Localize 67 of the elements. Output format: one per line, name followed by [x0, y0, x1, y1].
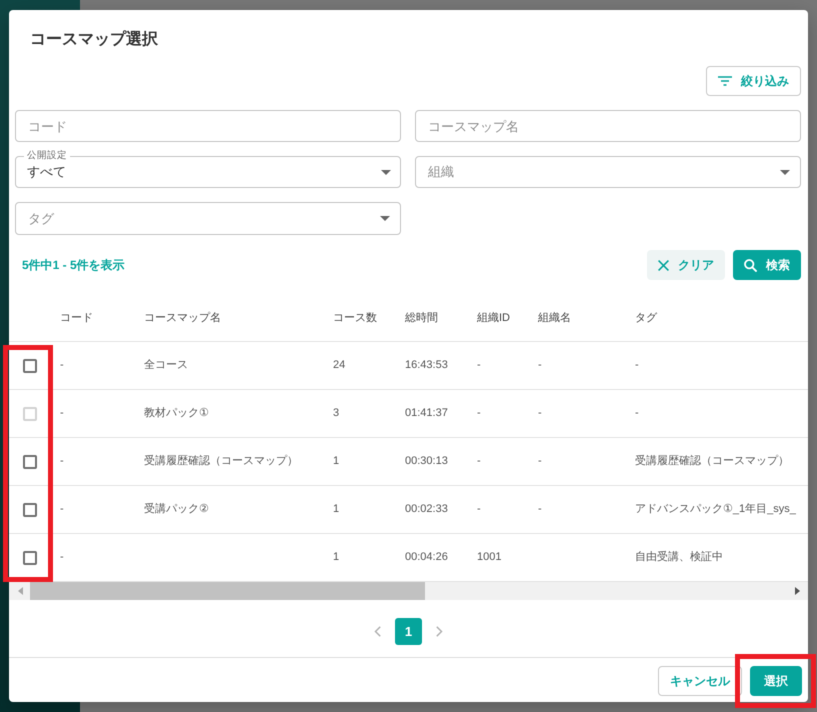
table-cell: 16:43:53: [405, 358, 448, 373]
table-cell: -: [538, 502, 542, 517]
table-cell: 24: [333, 358, 346, 373]
table-cell: -: [538, 454, 542, 469]
field-label: 公開設定: [24, 150, 70, 162]
table-cell: 1001: [477, 550, 502, 565]
column-header: 組織名: [538, 311, 571, 326]
table-cell: -: [60, 358, 64, 373]
table-cell: 1: [333, 550, 340, 565]
dropdown-field[interactable]: 組織: [415, 156, 801, 188]
dropdown-field[interactable]: タグ: [15, 202, 401, 235]
table-cell: 受講履歴確認（コースマップ）: [144, 454, 298, 469]
triangle-right-icon[interactable]: [795, 587, 800, 595]
dropdown-field[interactable]: 公開設定 すべて: [15, 150, 401, 188]
caret-icon[interactable]: [380, 216, 390, 221]
search-button[interactable]: 検索: [733, 250, 801, 280]
result-count: 5件中1 - 5件を表示: [22, 256, 125, 274]
filter-icon: [718, 76, 732, 86]
page-button[interactable]: 1: [395, 618, 422, 645]
caret-icon[interactable]: [780, 170, 790, 174]
filter-button[interactable]: 絞り込み: [706, 66, 801, 96]
table-cell: アドバンスパック①_1年目_sys_: [635, 502, 796, 517]
checkbox[interactable]: [22, 358, 36, 372]
table-cell: 全コース: [144, 358, 188, 373]
input-field[interactable]: コースマップ名: [415, 110, 801, 142]
table-cell: -: [538, 358, 542, 373]
dialog-title: コースマップ選択: [30, 30, 158, 50]
table-cell: 受講パック②: [144, 502, 209, 517]
table-cell: -: [538, 406, 542, 421]
table-cell: -: [477, 454, 481, 469]
column-header: タグ: [635, 311, 657, 326]
table-cell: 受講履歴確認（コースマップ）: [635, 454, 789, 469]
horizontal-scrollbar[interactable]: [9, 582, 808, 600]
table-cell: -: [60, 406, 64, 421]
table-cell: -: [635, 406, 639, 421]
column-header: 組織ID: [477, 311, 510, 326]
cancel-button[interactable]: キャンセル: [658, 666, 742, 696]
table-cell: -: [60, 502, 64, 517]
table-cell: 1: [333, 454, 340, 469]
column-header: コースマップ名: [144, 311, 221, 326]
table-cell: 00:02:33: [405, 502, 448, 517]
table-cell: -: [60, 454, 64, 469]
input-field[interactable]: コード: [15, 110, 401, 142]
table-cell: -: [635, 358, 639, 373]
checkbox[interactable]: [22, 454, 36, 468]
select-button[interactable]: 選択: [750, 666, 802, 696]
checkbox[interactable]: [22, 502, 36, 516]
column-header: コード: [60, 311, 93, 326]
table-cell: -: [477, 358, 481, 373]
close-icon: [658, 260, 669, 270]
search-icon: [744, 258, 757, 272]
scrollbar-thumb[interactable]: [30, 582, 425, 600]
clear-button[interactable]: クリア: [647, 250, 725, 280]
table-cell: 自由受講、検証中: [635, 550, 723, 565]
table-cell: 3: [333, 406, 340, 421]
table-cell: -: [477, 406, 481, 421]
checkbox[interactable]: [22, 550, 36, 564]
column-header: コース数: [333, 311, 377, 326]
table-cell: 01:41:37: [405, 406, 448, 421]
table-cell: 00:04:26: [405, 550, 448, 565]
table-cell: 00:30:13: [405, 454, 448, 469]
caret-icon[interactable]: [381, 170, 391, 174]
column-header: 総時間: [405, 311, 438, 326]
table-cell: 1: [333, 502, 340, 517]
table-cell: 教材パック①: [144, 406, 209, 421]
table-cell: -: [477, 502, 481, 517]
table-cell: -: [60, 550, 64, 565]
